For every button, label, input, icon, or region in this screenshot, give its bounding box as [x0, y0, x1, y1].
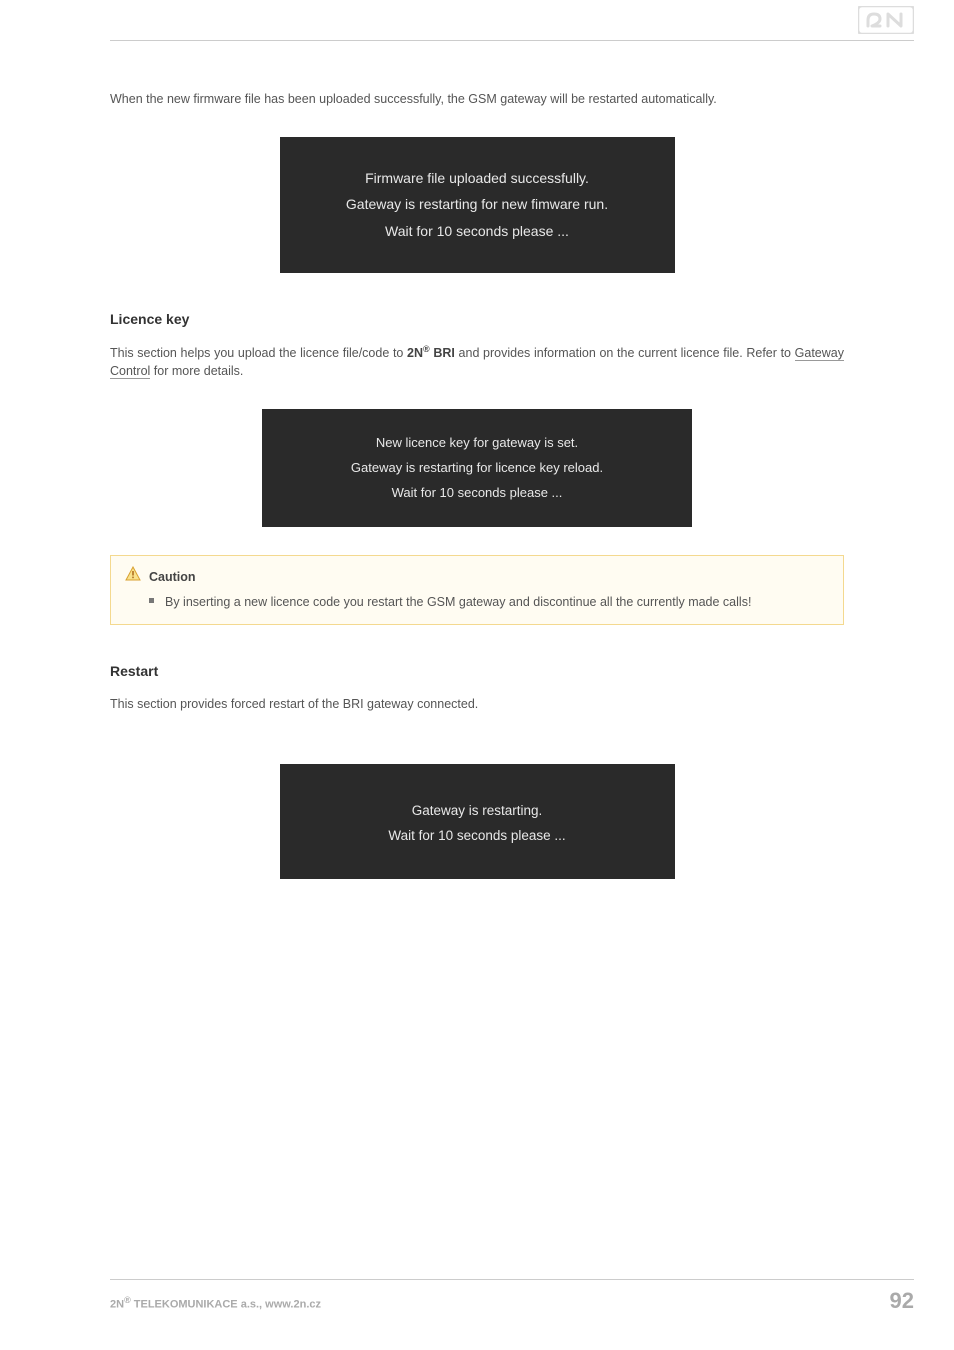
- footer-company: 2N® TELEKOMUNIKACE a.s., www.2n.cz: [110, 1295, 321, 1311]
- message-line: Wait for 10 seconds please ...: [282, 481, 672, 506]
- message-line: Gateway is restarting for new fimware ru…: [300, 191, 655, 218]
- message-line: Wait for 10 seconds please ...: [300, 218, 655, 245]
- caution-title: Caution: [149, 570, 196, 584]
- licence-key-message: New licence key for gateway is set. Gate…: [262, 409, 692, 527]
- intro-paragraph: When the new firmware file has been uplo…: [110, 90, 844, 109]
- message-line: Wait for 10 seconds please ...: [300, 823, 655, 849]
- message-line: Gateway is restarting.: [300, 798, 655, 824]
- page-number: 92: [890, 1288, 914, 1314]
- message-line: Gateway is restarting for licence key re…: [282, 456, 672, 481]
- licence-key-heading: Licence key: [110, 311, 844, 327]
- caution-text: By inserting a new licence code you rest…: [165, 595, 751, 609]
- warning-icon: [125, 566, 141, 587]
- message-line: New licence key for gateway is set.: [282, 431, 672, 456]
- message-line: Firmware file uploaded successfully.: [300, 165, 655, 192]
- brand-logo: [858, 6, 914, 39]
- bullet-icon: [149, 598, 154, 603]
- caution-callout: Caution By inserting a new licence code …: [110, 555, 844, 625]
- restart-message: Gateway is restarting. Wait for 10 secon…: [280, 764, 675, 879]
- licence-key-paragraph: This section helps you upload the licenc…: [110, 343, 844, 382]
- restart-paragraph: This section provides forced restart of …: [110, 695, 844, 714]
- firmware-upload-message: Firmware file uploaded successfully. Gat…: [280, 137, 675, 273]
- restart-heading: Restart: [110, 663, 844, 679]
